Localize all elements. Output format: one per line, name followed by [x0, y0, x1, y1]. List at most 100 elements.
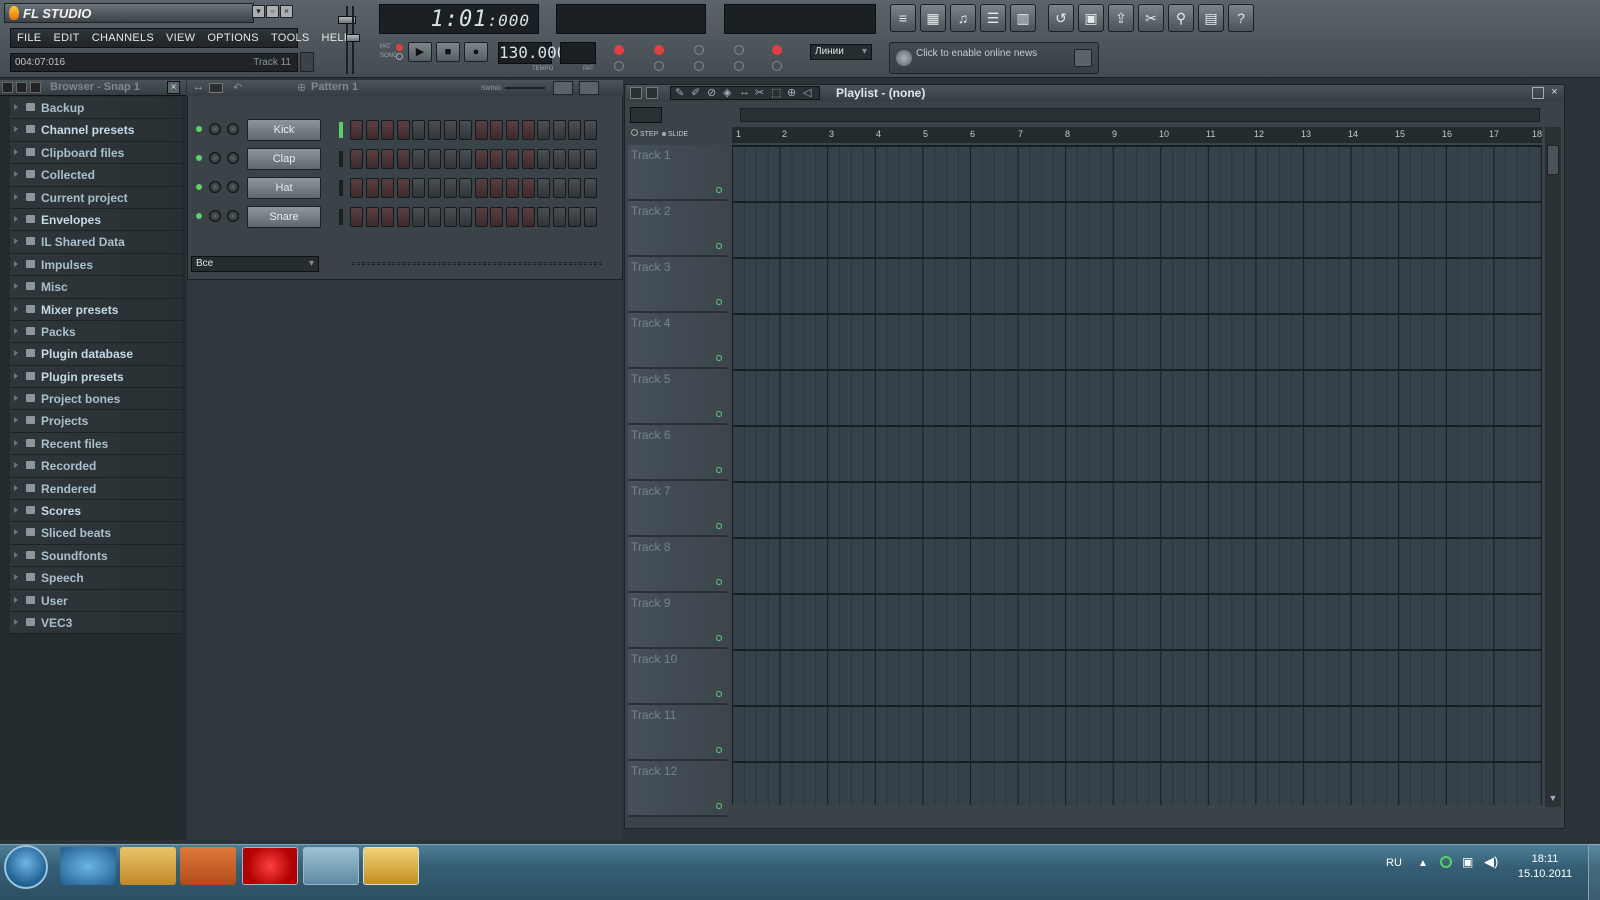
browser-item[interactable]: Envelopes — [10, 208, 182, 232]
restore-button[interactable]: ▫ — [266, 5, 279, 18]
menu-channels[interactable]: CHANNELS — [86, 32, 160, 44]
step[interactable] — [521, 120, 535, 140]
step[interactable] — [427, 120, 441, 140]
slip-icon[interactable]: ↔ — [739, 86, 750, 98]
step[interactable] — [350, 207, 363, 227]
browser-item[interactable]: Channel presets — [10, 119, 182, 142]
keyboard-language[interactable]: RU — [1386, 857, 1402, 869]
playlist-title[interactable]: Playlist - (none) — [836, 86, 925, 100]
browser-item[interactable]: Plugin presets — [10, 365, 182, 389]
step[interactable] — [412, 178, 426, 198]
browser-item[interactable]: Sliced beats — [10, 522, 182, 545]
auto-scroll-led-icon[interactable] — [694, 61, 704, 71]
media-player-icon[interactable] — [180, 847, 236, 885]
channel-volume-knob[interactable] — [227, 152, 239, 164]
multilink-led-icon[interactable] — [734, 61, 744, 71]
menu-view[interactable]: VIEW — [160, 32, 201, 44]
browser-item[interactable]: Backup — [10, 97, 182, 120]
project-info-icon[interactable]: ▤ — [1198, 4, 1224, 32]
step[interactable] — [396, 120, 410, 140]
channel-filter-select[interactable]: Все ▾ — [191, 256, 319, 272]
track-enable-led[interactable] — [716, 523, 722, 529]
step[interactable] — [521, 149, 535, 169]
step[interactable] — [537, 149, 551, 169]
step[interactable] — [505, 149, 519, 169]
step-scroll-bar[interactable] — [352, 262, 602, 265]
minimize-button[interactable]: ▾ — [252, 5, 265, 18]
keyboard-view-icon[interactable] — [553, 81, 573, 95]
step[interactable] — [443, 149, 457, 169]
pattern-number-display[interactable] — [560, 42, 596, 64]
slide-radio[interactable] — [662, 132, 666, 136]
track-header[interactable]: Track 9 — [628, 593, 728, 649]
step[interactable] — [583, 149, 597, 169]
channel-volume-knob[interactable] — [227, 210, 239, 222]
taskbar-clock[interactable]: 18:11 15.10.2011 — [1510, 852, 1580, 882]
export-icon[interactable]: ⇪ — [1108, 4, 1134, 32]
start-button[interactable] — [4, 845, 48, 889]
select-icon[interactable]: ⬚ — [771, 86, 781, 99]
graph-editor-icon[interactable] — [209, 83, 223, 93]
step[interactable] — [474, 178, 488, 198]
browser-item[interactable]: Packs — [10, 320, 182, 344]
master-pitch-slider[interactable] — [346, 4, 360, 76]
step[interactable] — [365, 207, 379, 227]
step[interactable] — [552, 149, 566, 169]
opera-browser-icon[interactable] — [242, 847, 298, 885]
step[interactable] — [568, 178, 582, 198]
step[interactable] — [537, 120, 551, 140]
brush-icon[interactable]: ✐ — [691, 86, 700, 99]
channel-mute-led[interactable] — [196, 213, 202, 219]
playlist-window-icon[interactable]: ≡ — [890, 4, 916, 32]
browser-icon[interactable]: ☰ — [980, 4, 1006, 32]
browser-item[interactable]: Scores — [10, 500, 182, 523]
channel-button-clap[interactable]: Clap — [247, 148, 321, 170]
stop-button[interactable]: ■ — [436, 42, 460, 62]
track-enable-led[interactable] — [716, 635, 722, 641]
step[interactable] — [459, 207, 473, 227]
step[interactable] — [381, 149, 395, 169]
track-enable-led[interactable] — [716, 243, 722, 249]
track-header[interactable]: Track 2 — [628, 201, 728, 257]
track-header[interactable]: Track 4 — [628, 313, 728, 369]
step[interactable] — [459, 178, 473, 198]
search-icon[interactable]: ⚲ — [1168, 4, 1194, 32]
step[interactable] — [365, 149, 379, 169]
volume-icon[interactable]: ◀) — [1484, 854, 1498, 870]
browser-item[interactable]: Recent files — [10, 432, 182, 456]
blend-notes-led-icon[interactable] — [734, 45, 744, 55]
step[interactable] — [381, 178, 395, 198]
resize-arrows-icon[interactable]: ↔ — [193, 81, 204, 93]
undo-small-icon[interactable]: ↶ — [233, 81, 242, 94]
zoom-icon[interactable]: ⊕ — [787, 86, 796, 99]
show-desktop-button[interactable] — [1588, 844, 1600, 900]
swing-slider[interactable] — [505, 87, 545, 89]
song-led-icon[interactable] — [396, 53, 403, 60]
track-header[interactable]: Track 6 — [628, 425, 728, 481]
mixer-icon[interactable]: ▥ — [1010, 4, 1036, 32]
qip-messenger-icon[interactable] — [303, 847, 359, 885]
scroll-down-icon[interactable]: ▼ — [1547, 793, 1559, 805]
step[interactable] — [521, 207, 535, 227]
fl-studio-taskbar-icon[interactable] — [363, 847, 419, 885]
track-enable-led[interactable] — [716, 299, 722, 305]
speaker-icon[interactable]: ◁ — [803, 86, 811, 99]
playlist-vertical-scrollbar[interactable]: ▼ — [1545, 127, 1561, 807]
track-header[interactable]: Track 11 — [628, 705, 728, 761]
slice-icon[interactable]: ✂ — [755, 86, 764, 99]
step[interactable] — [412, 120, 426, 140]
file-explorer-icon[interactable] — [120, 847, 176, 885]
record-button[interactable]: ● — [464, 42, 488, 62]
channel-pan-knob[interactable] — [209, 123, 221, 135]
channel-mute-led[interactable] — [196, 126, 202, 132]
tray-arrow-icon[interactable]: ▲ — [1418, 858, 1428, 869]
playlist-close-icon[interactable]: × — [1548, 86, 1561, 99]
step[interactable] — [459, 149, 473, 169]
track-header[interactable]: Track 12 — [628, 761, 728, 817]
song-position-display[interactable]: 1:01:000 — [379, 4, 539, 34]
hint-toggle-button[interactable] — [300, 52, 314, 72]
step[interactable] — [427, 207, 441, 227]
browser-item[interactable]: Project bones — [10, 388, 182, 411]
track-enable-led[interactable] — [716, 747, 722, 753]
snap-mode-select[interactable]: Линии ▾ — [810, 44, 872, 60]
